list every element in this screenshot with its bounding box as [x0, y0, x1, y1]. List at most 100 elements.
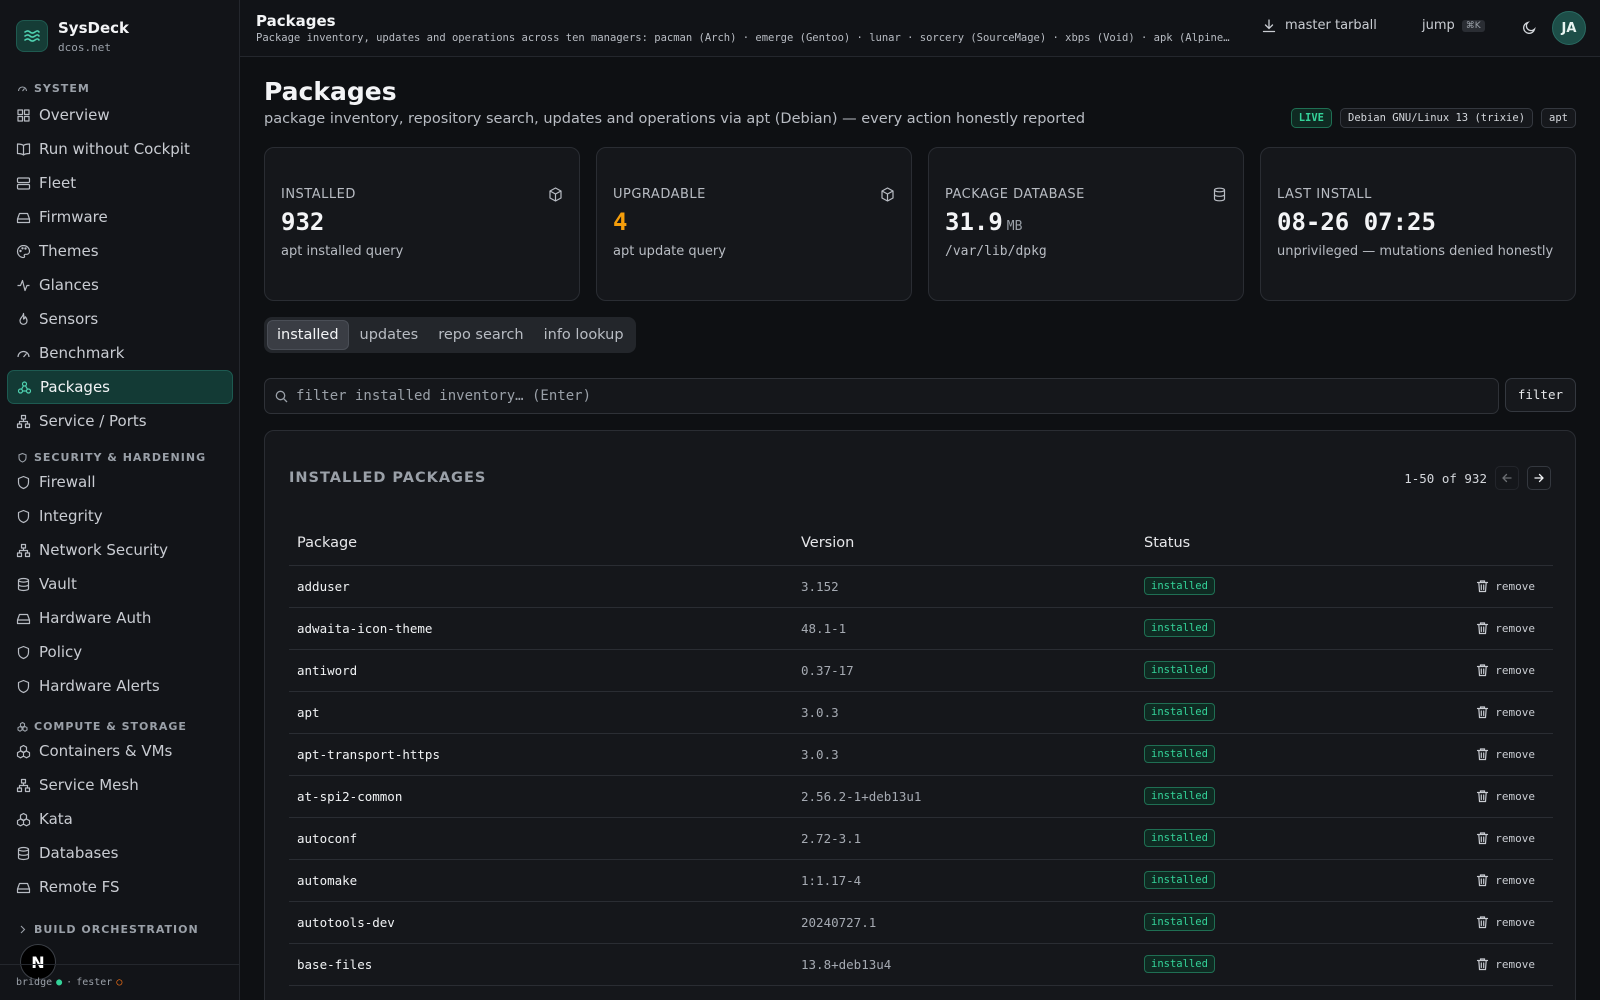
status-badge: installed: [1144, 829, 1215, 847]
sidebar-item-remote-fs[interactable]: Remote FS: [7, 870, 233, 904]
cluster-icon: [16, 744, 31, 758]
sidebar-item-hardware-auth[interactable]: Hardware Auth: [7, 601, 233, 635]
remove-button[interactable]: remove: [1344, 705, 1553, 719]
sidebar-item-packages[interactable]: Packages: [7, 370, 233, 404]
sidebar-item-run-without-cockpit[interactable]: Run without Cockpit: [7, 132, 233, 166]
jump-button[interactable]: jump ⌘K: [1422, 18, 1485, 33]
fester-status-dot-icon: ○: [116, 977, 123, 988]
tab-info-lookup[interactable]: info lookup: [535, 320, 633, 350]
download-icon: [1262, 18, 1276, 32]
tab-updates[interactable]: updates: [351, 320, 428, 350]
sidebar: SysDeck dcos.net SYSTEM Overview Run witho…: [0, 0, 240, 1000]
gauge-icon: [17, 350, 30, 357]
status-badge: installed: [1144, 577, 1215, 595]
status-badge: installed: [1144, 871, 1215, 889]
package-status-cell: installed: [1136, 649, 1336, 692]
bridge-status-dot-icon: ●: [56, 977, 63, 988]
table-row: adduser 3.152 installed remove: [289, 565, 1553, 608]
sidebar-section-title: SECURITY & HARDENING: [34, 450, 207, 464]
remove-button[interactable]: remove: [1344, 957, 1553, 971]
sidebar-item-label: Integrity: [39, 507, 103, 525]
last-install-card: LAST INSTALL 08-26 07:25 unprivileged — …: [1260, 147, 1576, 301]
package-name: apt: [289, 691, 793, 734]
status-badge: installed: [1144, 745, 1215, 763]
remove-button[interactable]: remove: [1344, 747, 1553, 761]
sidebar-item-glances[interactable]: Glances: [7, 268, 233, 302]
sidebar-item-benchmark[interactable]: Benchmark: [7, 336, 233, 370]
tab-installed[interactable]: installed: [267, 320, 349, 350]
network-icon: [16, 778, 31, 792]
upgradable-card: UPGRADABLE 4 apt update query: [596, 147, 912, 301]
table-row: apt-transport-https 3.0.3 installed remove: [289, 733, 1553, 776]
card-value-number: 31.9: [945, 208, 1003, 236]
remove-label: remove: [1495, 621, 1535, 635]
master-tarball-button[interactable]: master tarball: [1262, 18, 1377, 33]
remove-button[interactable]: remove: [1344, 663, 1553, 677]
avatar[interactable]: JA: [1552, 11, 1586, 45]
sidebar-item-label: Service Mesh: [39, 776, 139, 794]
sidebar-item-sensors[interactable]: Sensors: [7, 302, 233, 336]
sidebar-item-label: Service / Ports: [39, 412, 147, 430]
package-status-cell: installed: [1136, 565, 1336, 608]
brand[interactable]: SysDeck dcos.net: [0, 0, 239, 72]
sidebar-section-build-orchestration[interactable]: BUILD ORCHESTRATION: [0, 917, 216, 941]
card-value: 31.9 MB: [945, 208, 1022, 236]
remove-button[interactable]: remove: [1344, 579, 1553, 593]
bridge-label: bridge: [16, 977, 53, 988]
package-name: antiword: [289, 649, 793, 692]
sidebar-item-firmware[interactable]: Firmware: [7, 200, 233, 234]
sidebar-item-service-mesh[interactable]: Service Mesh: [7, 768, 233, 802]
filter-input[interactable]: [296, 388, 1476, 404]
tab-repo-search[interactable]: repo search: [429, 320, 532, 350]
sidebar-item-firewall[interactable]: Firewall: [7, 465, 233, 499]
card-label: INSTALLED: [281, 187, 356, 202]
remove-button[interactable]: remove: [1344, 831, 1553, 845]
remove-button[interactable]: remove: [1344, 873, 1553, 887]
remove-button[interactable]: remove: [1344, 789, 1553, 803]
packages-table: Package Version Status adduser 3.152 insta…: [289, 521, 1553, 986]
brand-host: dcos.net: [58, 40, 111, 54]
sidebar-item-integrity[interactable]: Integrity: [7, 499, 233, 533]
topbar-subtitle: Package inventory, updates and operation…: [256, 32, 1231, 44]
installed-packages-panel: INSTALLED PACKAGES 1-50 of 932 Package V…: [264, 430, 1576, 1000]
server-icon: [16, 176, 31, 190]
next-page-button[interactable]: [1527, 466, 1551, 490]
filter-button[interactable]: filter: [1504, 378, 1576, 412]
sidebar-item-overview[interactable]: Overview: [7, 98, 233, 132]
grid-icon: [17, 108, 30, 122]
sidebar-item-label: Packages: [40, 378, 110, 396]
trash-icon: [1477, 874, 1489, 887]
sidebar-item-policy[interactable]: Policy: [7, 635, 233, 669]
package-database-card: PACKAGE DATABASE 31.9 MB /var/lib/dpkg: [928, 147, 1244, 301]
package-version: 2.72-3.1: [793, 817, 1136, 860]
sidebar-item-label: Benchmark: [39, 344, 125, 362]
card-label: PACKAGE DATABASE: [945, 187, 1085, 202]
box-icon: [881, 187, 894, 202]
sidebar-item-themes[interactable]: Themes: [7, 234, 233, 268]
card-label: UPGRADABLE: [613, 187, 706, 202]
main: Packages package inventory, repository s…: [264, 57, 1576, 1000]
actions-cell: remove: [1336, 901, 1553, 944]
sidebar-item-kata[interactable]: Kata: [7, 802, 233, 836]
sidebar-item-fleet[interactable]: Fleet: [7, 166, 233, 200]
theme-toggle-button[interactable]: [1522, 20, 1537, 35]
package-version: 48.1-1: [793, 607, 1136, 650]
sidebar-item-vault[interactable]: Vault: [7, 567, 233, 601]
sidebar-item-hardware-alerts[interactable]: Hardware Alerts: [7, 669, 233, 703]
card-note: apt update query: [613, 244, 726, 259]
package-version: 0.37-17: [793, 649, 1136, 692]
package-version: 3.0.3: [793, 733, 1136, 776]
sidebar-item-network-security[interactable]: Network Security: [7, 533, 233, 567]
prev-page-button[interactable]: [1495, 466, 1519, 490]
remove-button[interactable]: remove: [1344, 915, 1553, 929]
sidebar-item-service-ports[interactable]: Service / Ports: [7, 404, 233, 438]
sidebar-item-databases[interactable]: Databases: [7, 836, 233, 870]
remove-button[interactable]: remove: [1344, 621, 1553, 635]
package-status-cell: installed: [1136, 691, 1336, 734]
actions-cell: remove: [1336, 691, 1553, 734]
master-tarball-label: master tarball: [1285, 18, 1377, 33]
pager: 1-50 of 932: [1404, 466, 1551, 490]
sidebar-item-containers-vms[interactable]: Containers & VMs: [7, 734, 233, 768]
gauge-icon: [17, 85, 28, 91]
actions-cell: remove: [1336, 565, 1553, 608]
